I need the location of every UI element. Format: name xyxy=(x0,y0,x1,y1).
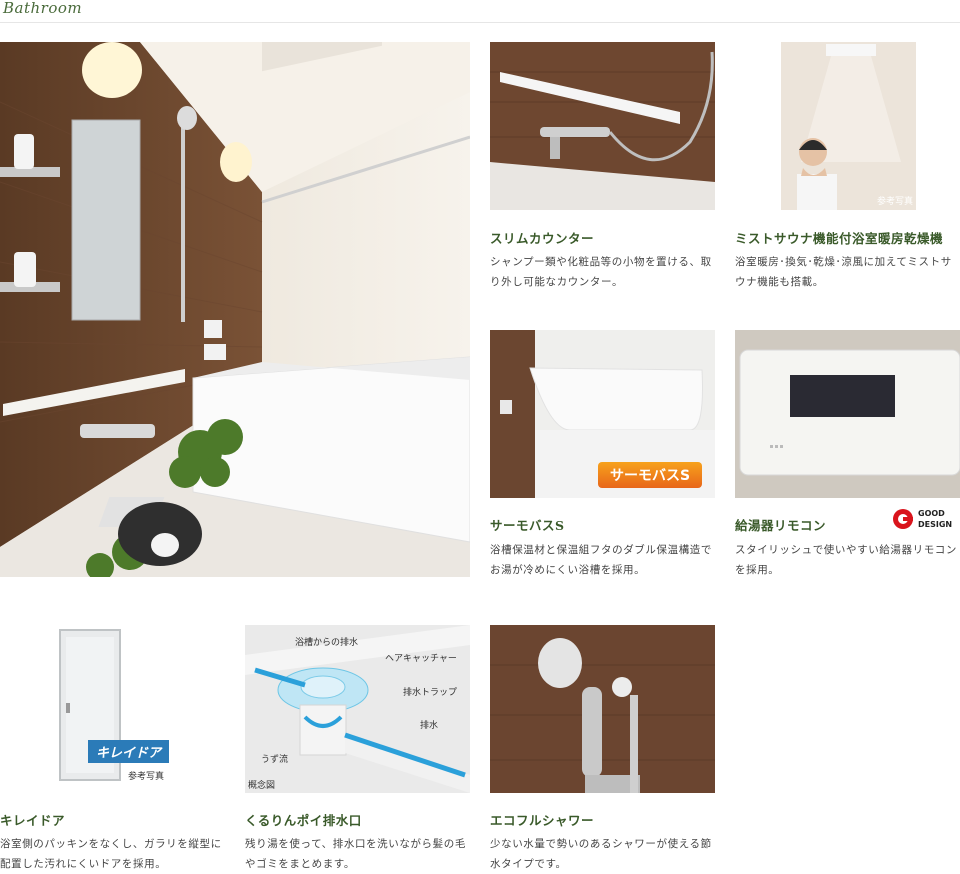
diagram-label: 排水 xyxy=(420,721,439,731)
water-heater-remote-photo xyxy=(735,330,960,498)
kirei-door-photo: キレイドア 参考写真 xyxy=(0,625,225,793)
feature-description: 残り湯を使って、排水口を洗いながら髪の毛やゴミをまとめます。 xyxy=(245,838,466,870)
badge-line-1: GOOD xyxy=(918,509,945,518)
diagram-label: 概念図 xyxy=(248,781,276,791)
reference-photo-note: 参考写真 xyxy=(876,197,913,207)
diagram-label: 排水トラップ xyxy=(403,688,458,698)
diagram-label: 浴槽からの排水 xyxy=(295,638,359,648)
drain-diagram: 浴槽からの排水 ヘアキャッチャー 排水トラップ 排水 うず流 概念図 xyxy=(245,625,470,793)
thermo-bath-photo: サーモバスS xyxy=(490,330,715,498)
feature-title: 給湯器リモコン xyxy=(735,518,827,533)
feature-title: くるりんポイ排水口 xyxy=(245,813,362,828)
feature-description: スタイリッシュで使いやすい給湯器リモコンを採用。 xyxy=(735,544,957,576)
section-title: Bathroom xyxy=(3,0,83,17)
feature-title: サーモバスS xyxy=(490,518,565,533)
slim-counter-photo xyxy=(490,42,715,210)
diagram-label: ヘアキャッチャー xyxy=(385,654,457,664)
feature-title: ミストサウナ機能付浴室暖房乾燥機 xyxy=(735,231,944,246)
feature-description: 浴室暖房･換気･乾燥･涼風に加えてミストサウナ機能も搭載。 xyxy=(735,256,952,288)
feature-title: エコフルシャワー xyxy=(490,813,595,828)
kirei-door-logo: キレイドア xyxy=(88,740,170,763)
feature-description: 浴槽保温材と保温組フタのダブル保温構造でお湯が冷めにくい浴槽を採用。 xyxy=(490,544,712,576)
feature-title: キレイドア xyxy=(0,813,66,828)
feature-description: 浴室側のパッキンをなくし、ガラリを縦型に配置した汚れにくいドアを採用。 xyxy=(0,838,222,870)
feature-title: スリムカウンター xyxy=(490,231,595,246)
diagram-label: うず流 xyxy=(261,755,289,765)
badge-line-2: DESIGN xyxy=(918,520,953,529)
mist-sauna-photo: 参考写真 xyxy=(781,42,916,210)
feature-description: シャンプー類や化粧品等の小物を置ける、取り外し可能なカウンター。 xyxy=(490,256,712,288)
thermo-bath-logo: サーモバスS xyxy=(598,462,703,488)
good-design-logo-icon xyxy=(893,509,913,529)
good-design-badge: GOOD DESIGN xyxy=(892,508,956,532)
section-header: Bathroom xyxy=(0,0,960,23)
feature-description: 少ない水量で勢いのあるシャワーが使える節水タイプです。 xyxy=(490,838,712,870)
main-bathroom-photo xyxy=(0,42,470,577)
reference-photo-note: 参考写真 xyxy=(128,772,165,782)
eco-shower-photo xyxy=(490,625,715,793)
